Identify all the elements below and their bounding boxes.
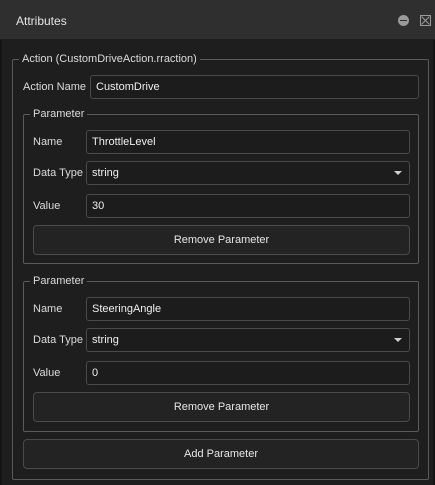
parameter-name-label: Name <box>33 136 63 148</box>
parameter-name-input[interactable]: ThrottleLevel <box>86 130 410 154</box>
parameter-name-input[interactable]: SteeringAngle <box>86 297 410 321</box>
close-icon[interactable] <box>420 15 431 26</box>
parameter-value-input[interactable]: 30 <box>86 194 410 218</box>
chevron-down-icon <box>394 338 402 342</box>
parameter-group-title: Parameter <box>33 275 85 287</box>
data-type-value: string <box>92 334 119 346</box>
remove-parameter-button[interactable]: Remove Parameter <box>33 392 410 422</box>
action-name-label: Action Name <box>23 81 86 93</box>
parameter-name-label: Name <box>33 303 63 315</box>
chevron-down-icon <box>394 171 402 175</box>
data-type-value: string <box>92 167 119 179</box>
data-type-label: Data Type <box>33 334 83 346</box>
value-label: Value <box>33 200 61 212</box>
attributes-panel: Action (CustomDriveAction.rraction) Acti… <box>0 40 435 485</box>
data-type-label: Data Type <box>33 167 83 179</box>
parameter-group-title: Parameter <box>33 108 85 120</box>
panel-title: Attributes <box>16 14 67 28</box>
panel-titlebar: Attributes <box>0 0 435 40</box>
data-type-select[interactable]: string <box>86 161 410 185</box>
action-name-input[interactable]: CustomDrive <box>90 75 419 99</box>
action-group-title: Action (CustomDriveAction.rraction) <box>22 53 197 65</box>
value-label: Value <box>33 367 61 379</box>
minimize-icon[interactable] <box>398 15 409 26</box>
parameter-value-input[interactable]: 0 <box>86 361 410 385</box>
add-parameter-button[interactable]: Add Parameter <box>23 439 419 469</box>
data-type-select[interactable]: string <box>86 328 410 352</box>
remove-parameter-button[interactable]: Remove Parameter <box>33 225 410 255</box>
